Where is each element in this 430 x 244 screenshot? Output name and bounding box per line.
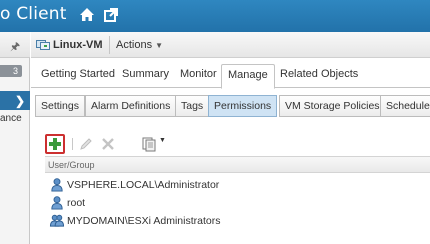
home-icon[interactable] — [78, 6, 96, 24]
navigator-pane: 🖈 3 ❯ ance — [0, 32, 30, 244]
tab-monitor[interactable]: Monitor — [180, 68, 217, 80]
tab-summary[interactable]: Summary — [122, 68, 169, 80]
chevron-down-icon[interactable]: ▼ — [159, 137, 166, 144]
permissions-toolbar: ▼ — [45, 134, 185, 154]
add-permission-button[interactable] — [45, 134, 65, 154]
toolbar-divider — [109, 36, 110, 54]
chevron-down-icon: ▼ — [155, 41, 163, 50]
table-row[interactable]: root — [45, 193, 430, 212]
navigator-selected-item[interactable]: ❯ — [0, 91, 30, 110]
actions-label: Actions — [116, 39, 153, 51]
subtab-vm-storage-policies[interactable]: VM Storage Policies — [279, 95, 386, 117]
tab-getting-started[interactable]: Getting Started — [41, 68, 115, 80]
app-title: o Client — [0, 4, 67, 24]
export-icon[interactable] — [141, 136, 157, 152]
count-badge: 3 — [0, 65, 22, 77]
pin-icon[interactable]: 🖈 — [10, 38, 20, 57]
table-row[interactable]: VSPHERE.LOCAL\Administrator — [45, 175, 430, 194]
group-icon — [49, 214, 65, 227]
column-header-user-group[interactable]: User/Group — [45, 156, 430, 173]
principal-name: MYDOMAIN\ESXi Administrators — [67, 215, 221, 227]
open-window-icon[interactable] — [102, 6, 120, 24]
object-toolbar: Linux-VM Actions ▼ — [31, 32, 430, 58]
toolbar-divider — [72, 138, 73, 150]
add-permission-icon — [49, 138, 61, 150]
chevron-right-icon: ❯ — [14, 94, 25, 108]
subtab-alarm-definitions[interactable]: Alarm Definitions — [85, 95, 177, 117]
object-name: Linux-VM — [53, 39, 103, 51]
vm-icon — [36, 40, 50, 50]
sub-tabs: Settings Alarm Definitions Tags Permissi… — [35, 95, 430, 119]
tab-manage[interactable]: Manage — [221, 64, 275, 89]
principal-name: VSPHERE.LOCAL\Administrator — [67, 179, 220, 191]
actions-menu[interactable]: Actions ▼ — [116, 39, 163, 51]
app-header: o Client — [0, 0, 430, 32]
navigator-item-label[interactable]: ance — [0, 113, 22, 124]
subtab-scheduled[interactable]: Scheduled — [380, 95, 430, 117]
user-icon — [51, 178, 63, 192]
navigator-header: 🖈 — [0, 32, 30, 58]
tab-related-objects[interactable]: Related Objects — [280, 68, 358, 80]
principal-name: root — [67, 197, 86, 209]
user-icon — [51, 196, 63, 210]
subtab-tags[interactable]: Tags — [175, 95, 210, 117]
subtab-settings[interactable]: Settings — [35, 95, 85, 117]
table-row[interactable]: MYDOMAIN\ESXi Administrators — [45, 211, 430, 230]
main-panel: Linux-VM Actions ▼ Getting Started Summar… — [31, 32, 430, 244]
edit-icon[interactable] — [78, 136, 94, 152]
subtab-permissions[interactable]: Permissions — [208, 95, 278, 117]
main-tabs: Getting Started Summary Monitor Manage R… — [31, 58, 430, 89]
delete-icon[interactable] — [100, 136, 116, 152]
